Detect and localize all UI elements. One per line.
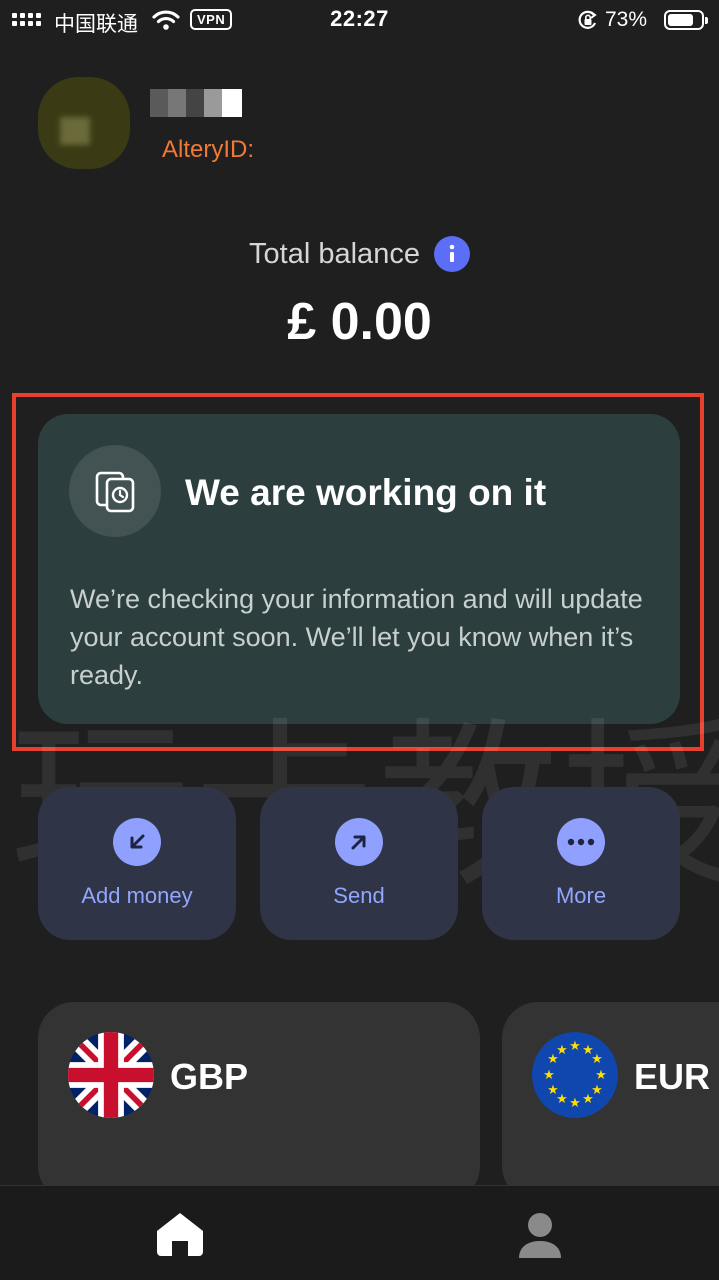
currency-card-eur[interactable]: ★ ★ ★ ★ ★ ★ ★ ★ ★ ★ ★ ★ EUR <box>502 1002 719 1202</box>
add-money-button[interactable]: Add money <box>38 787 236 940</box>
balance-header: Total balance <box>0 236 719 272</box>
battery-percent: 73% <box>605 8 648 31</box>
profile-icon[interactable] <box>515 1210 565 1260</box>
svg-text:★: ★ <box>595 1068 607 1083</box>
svg-text:★: ★ <box>582 1092 594 1107</box>
balance-amount: £ 0.00 <box>287 293 432 351</box>
uk-flag-icon <box>68 1032 154 1118</box>
info-icon[interactable] <box>433 236 470 272</box>
arrow-down-left-icon <box>113 818 161 866</box>
home-icon[interactable] <box>154 1210 206 1258</box>
currency-card-gbp[interactable]: GBP <box>38 1002 480 1202</box>
balance-label: Total balance <box>249 237 420 270</box>
currency-code: EUR <box>634 1056 711 1097</box>
bottom-nav <box>0 1185 719 1280</box>
svg-text:★: ★ <box>591 1052 603 1067</box>
currency-code: GBP <box>170 1056 249 1097</box>
arrow-up-right-icon <box>335 818 383 866</box>
svg-text:★: ★ <box>543 1068 555 1083</box>
more-label: More <box>555 883 607 908</box>
more-dots-icon <box>557 818 605 866</box>
add-money-label: Add money <box>81 883 193 908</box>
battery-icon <box>664 10 708 30</box>
svg-text:★: ★ <box>556 1043 568 1058</box>
send-label: Send <box>333 883 385 908</box>
username-redacted <box>150 89 242 117</box>
svg-text:★: ★ <box>547 1083 559 1098</box>
send-button[interactable]: Send <box>260 787 458 940</box>
status-bar: 中国联通 VPN 22:27 73% <box>0 0 719 40</box>
avatar[interactable] <box>38 77 130 169</box>
orientation-lock-icon <box>578 10 597 29</box>
more-button[interactable]: More <box>482 787 680 940</box>
highlight-annotation-box <box>12 393 704 751</box>
eu-flag-icon: ★ ★ ★ ★ ★ ★ ★ ★ ★ ★ ★ ★ <box>532 1032 618 1118</box>
altery-id-label: AlteryID: <box>162 136 255 163</box>
svg-text:★: ★ <box>569 1039 581 1054</box>
svg-text:★: ★ <box>569 1096 581 1111</box>
